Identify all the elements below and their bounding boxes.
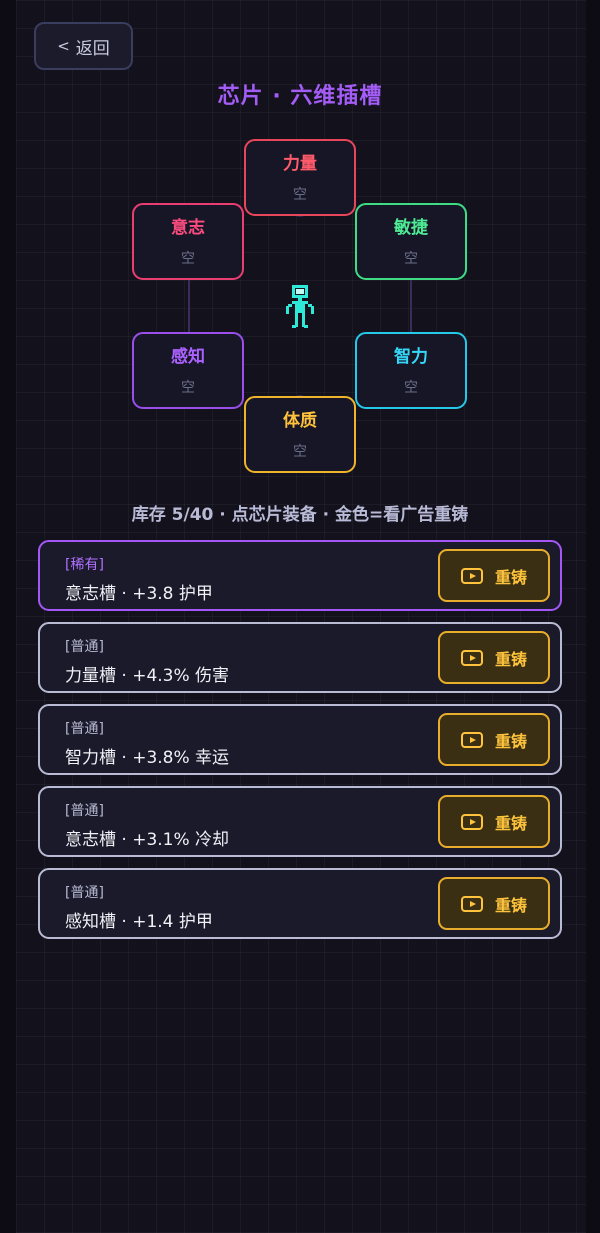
slot-sense-name: 感知	[171, 347, 205, 367]
slot-will-name: 意志	[171, 218, 205, 238]
chip-description: 智力槽 · +3.8% 幸运	[65, 748, 230, 768]
slot-body-name: 体质	[283, 411, 317, 431]
chip-card[interactable]: [普通] 感知槽 · +1.4 护甲 重铸	[38, 868, 562, 939]
reforge-button[interactable]: 重铸	[438, 877, 550, 930]
slot-agile[interactable]: 敏捷 空	[355, 203, 467, 280]
chip-rarity: [普通]	[65, 885, 104, 901]
chip-card[interactable]: [普通] 力量槽 · +4.3% 伤害 重铸	[38, 622, 562, 693]
slot-intel-name: 智力	[394, 347, 428, 367]
video-play-icon	[460, 731, 483, 748]
reforge-label: 重铸	[494, 731, 527, 751]
slot-power[interactable]: 力量 空	[244, 139, 356, 216]
slot-will-value: 空	[181, 251, 195, 267]
chip-description: 力量槽 · +4.3% 伤害	[65, 666, 230, 686]
reforge-label: 重铸	[494, 567, 527, 587]
chip-card[interactable]: [普通] 智力槽 · +3.8% 幸运 重铸	[38, 704, 562, 775]
slot-power-value: 空	[293, 187, 307, 203]
slot-will[interactable]: 意志 空	[132, 203, 244, 280]
reforge-button[interactable]: 重铸	[438, 549, 550, 602]
chip-description: 意志槽 · +3.1% 冷却	[65, 830, 230, 850]
slot-intel[interactable]: 智力 空	[355, 332, 467, 409]
slot-agile-name: 敏捷	[394, 218, 428, 238]
slot-agile-value: 空	[404, 251, 418, 267]
chip-rarity: [稀有]	[65, 557, 104, 573]
slot-body[interactable]: 体质 空	[244, 396, 356, 473]
video-play-icon	[460, 567, 483, 584]
reforge-button[interactable]: 重铸	[438, 795, 550, 848]
reforge-label: 重铸	[494, 895, 527, 915]
chip-description: 意志槽 · +3.8 护甲	[65, 584, 213, 604]
robot-character-icon	[286, 285, 314, 328]
slot-power-name: 力量	[283, 154, 317, 174]
reforge-label: 重铸	[494, 813, 527, 833]
chip-rarity: [普通]	[65, 721, 104, 737]
chip-card[interactable]: [普通] 意志槽 · +3.1% 冷却 重铸	[38, 786, 562, 857]
chip-rarity: [普通]	[65, 639, 104, 655]
chip-rarity: [普通]	[65, 803, 104, 819]
slot-sense[interactable]: 感知 空	[132, 332, 244, 409]
chip-card[interactable]: [稀有] 意志槽 · +3.8 护甲 重铸	[38, 540, 562, 611]
reforge-label: 重铸	[494, 649, 527, 669]
video-play-icon	[460, 895, 483, 912]
slot-sense-value: 空	[181, 380, 195, 396]
reforge-button[interactable]: 重铸	[438, 713, 550, 766]
chip-description: 感知槽 · +1.4 护甲	[65, 912, 213, 932]
slot-body-value: 空	[293, 444, 307, 460]
video-play-icon	[460, 813, 483, 830]
slot-intel-value: 空	[404, 380, 418, 396]
reforge-button[interactable]: 重铸	[438, 631, 550, 684]
video-play-icon	[460, 649, 483, 666]
inventory-status: 库存 5/40 · 点芯片装备 · 金色=看广告重铸	[131, 505, 469, 525]
